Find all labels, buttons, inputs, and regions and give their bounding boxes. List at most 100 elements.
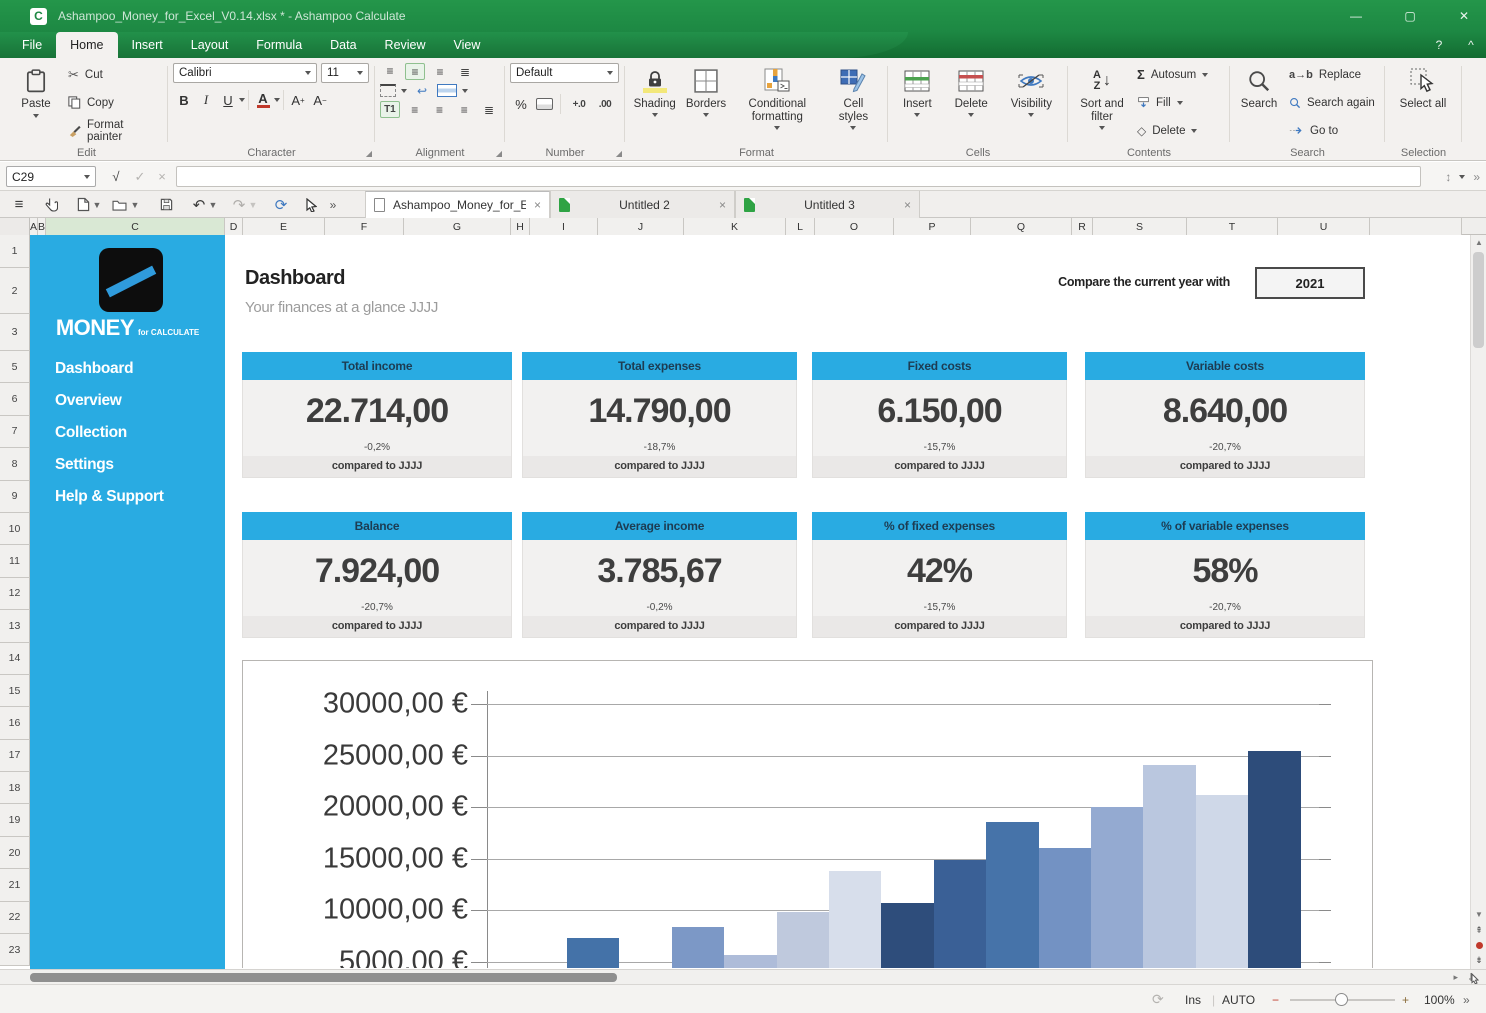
function-wizard-button[interactable]: √ [106,166,126,187]
sheet-tab[interactable]: Untitled 2 × [550,191,735,218]
column-header-U[interactable]: U [1278,218,1370,235]
formula-input[interactable] [176,166,1421,187]
cell-styles-button[interactable]: Cell styles [825,63,881,142]
italic-button[interactable]: I [195,89,217,111]
hand-tool-icon[interactable] [40,194,62,215]
split-down-icon[interactable]: ⇟ [1471,953,1486,968]
split-up-icon[interactable]: ⇞ [1471,923,1486,938]
undo-icon[interactable]: ↶ [188,194,210,215]
search-again-button[interactable]: Search again [1286,92,1379,113]
menu-item-review[interactable]: Review [371,32,440,58]
menu-item-view[interactable]: View [440,32,495,58]
cut-button[interactable]: ✂Cut [65,64,162,85]
chevron-down-icon[interactable]: ▼ [130,194,140,215]
sheet-tab-active[interactable]: Ashampoo_Money_for_E... × [365,191,550,218]
shrink-font-button[interactable]: A− [309,89,331,111]
status-more-icon[interactable]: » [1463,985,1470,1013]
bar-chart[interactable]: 30000,00 €25000,00 €20000,00 €15000,00 €… [242,660,1373,968]
row-header-5[interactable]: 5 [0,351,30,383]
column-header-L[interactable]: L [786,218,815,235]
row-header-15[interactable]: 15 [0,675,30,707]
close-tab-icon[interactable]: × [534,198,541,212]
chevron-down-icon[interactable]: ▼ [92,194,102,215]
hamburger-menu-icon[interactable]: ≡ [8,194,30,215]
open-folder-icon[interactable] [108,194,130,215]
row-header-16[interactable]: 16 [0,707,30,739]
chevron-down-icon[interactable] [401,89,407,93]
row-header-8[interactable]: 8 [0,448,30,480]
sidebar-item-overview[interactable]: Overview [55,385,217,417]
close-tab-icon[interactable]: × [904,198,911,212]
currency-format-icon[interactable] [536,98,553,110]
font-size-select[interactable]: 11 [321,63,369,83]
column-header-blank[interactable] [1370,218,1462,235]
zoom-slider-knob[interactable] [1335,993,1348,1006]
column-header-F[interactable]: F [325,218,404,235]
scroll-right-icon[interactable]: ▸ [1453,972,1458,983]
column-header-Q[interactable]: Q [971,218,1072,235]
row-header-19[interactable]: 19 [0,804,30,836]
sort-and-filter-button[interactable]: AZ↓ Sort and filter [1073,63,1131,142]
row-header-12[interactable]: 12 [0,578,30,610]
shading-button[interactable]: Shading [631,63,679,142]
zoom-out-icon[interactable]: − [1272,985,1279,1013]
vertical-scrollbar-thumb[interactable] [1473,252,1484,348]
cell-reference-box[interactable]: C29 [6,166,96,187]
percent-format-button[interactable]: % [510,93,532,115]
autosum-button[interactable]: ΣAutosum [1134,64,1224,85]
borders-button[interactable]: Borders [683,63,729,142]
close-tab-icon[interactable]: × [719,198,726,212]
justify-vertical-button[interactable]: ≣ [455,63,475,80]
expand-formula-bar-icon[interactable]: ↕ [1445,170,1451,184]
align-top-button[interactable]: ≡ [380,63,400,80]
font-color-button[interactable]: A [252,89,274,111]
chevron-down-icon[interactable] [274,98,280,102]
new-document-icon[interactable] [72,194,94,215]
row-header-10[interactable]: 10 [0,513,30,545]
column-header-R[interactable]: R [1072,218,1093,235]
menu-item-formula[interactable]: Formula [242,32,316,58]
sheet-tab[interactable]: Untitled 3 × [735,191,920,218]
row-header-13[interactable]: 13 [0,610,30,642]
column-header-O[interactable]: O [815,218,894,235]
column-header-G[interactable]: G [404,218,511,235]
align-center-button[interactable]: ≡ [430,101,450,118]
justify-button[interactable]: ≣ [479,101,499,118]
scroll-up-icon[interactable]: ▲ [1471,235,1486,250]
column-header-I[interactable]: I [530,218,598,235]
align-left-button[interactable]: ≡ [405,101,425,118]
border-style-button[interactable] [380,84,396,97]
sidebar-item-help-support[interactable]: Help & Support [55,481,217,513]
accept-formula-button[interactable]: ✓ [130,166,150,187]
wrap-text-button[interactable]: ↩ [412,82,432,99]
underline-button[interactable]: U [217,89,239,111]
row-header-17[interactable]: 17 [0,740,30,772]
row-header-7[interactable]: 7 [0,416,30,448]
chevron-down-icon[interactable] [1459,175,1465,179]
minimize-button[interactable]: — [1342,9,1370,23]
sidebar-item-dashboard[interactable]: Dashboard [55,353,217,385]
goto-button[interactable]: Go to [1286,120,1379,141]
sidebar-item-collection[interactable]: Collection [55,417,217,449]
pointer-icon[interactable] [300,194,322,215]
select-all-button[interactable]: Select all [1397,63,1450,142]
text-orientation-button[interactable]: T1 [380,101,400,118]
fill-button[interactable]: Fill [1134,92,1224,113]
align-bottom-button[interactable]: ≡ [430,63,450,80]
paste-button[interactable]: Paste [10,63,62,142]
visibility-button[interactable]: Visibility [1008,63,1055,142]
toolbar-more-icon[interactable]: » [322,194,344,215]
corner-jump-icon[interactable] [1468,972,1480,984]
column-header-P[interactable]: P [894,218,971,235]
horizontal-scrollbar[interactable]: ▸ [0,969,1486,984]
copy-button[interactable]: Copy [65,92,162,113]
grow-font-button[interactable]: A+ [287,89,309,111]
row-header-23[interactable]: 23 [0,934,30,966]
column-header-A[interactable]: A [30,218,38,235]
save-icon[interactable] [155,194,177,215]
column-header-B[interactable]: B [38,218,46,235]
menu-item-file[interactable]: File [8,32,56,58]
delete-contents-button[interactable]: ◇Delete [1134,120,1224,141]
formula-bar-more-icon[interactable]: » [1473,170,1480,184]
bold-button[interactable]: B [173,89,195,111]
